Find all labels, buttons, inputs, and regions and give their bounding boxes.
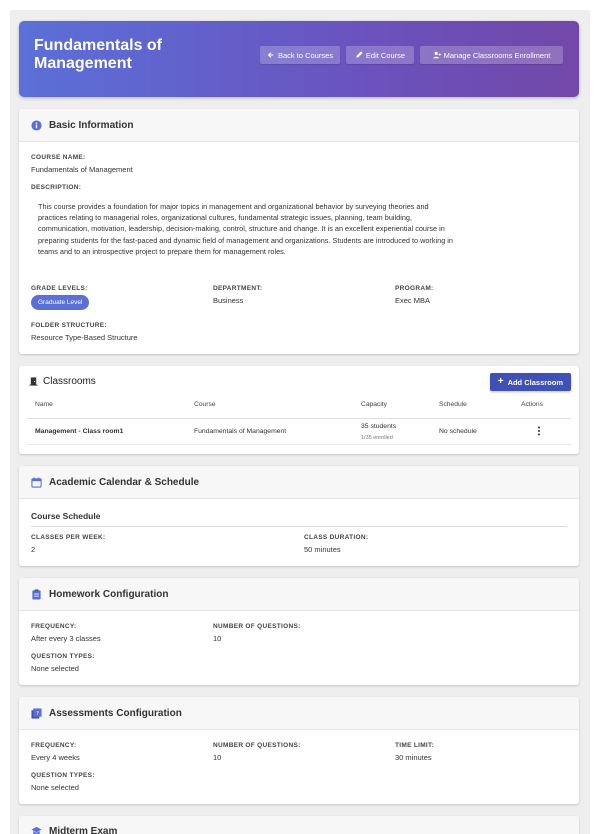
section-title: Academic Calendar & Schedule — [49, 476, 200, 488]
back-to-courses-label: Back to Courses — [277, 50, 334, 60]
homework-types-label: QUESTION TYPES: — [31, 653, 95, 660]
section-title: Basic Information — [49, 119, 134, 131]
description-label: DESCRIPTION: — [31, 184, 82, 191]
section-title: Assessments Configuration — [49, 707, 182, 719]
assessment-frequency-label: FREQUENCY: — [31, 742, 77, 749]
classroom-enrolled: 1/35 enrolled — [361, 435, 393, 441]
section-title: Midterm Exam — [49, 826, 118, 834]
homework-questions-label: NUMBER OF QUESTIONS: — [213, 623, 301, 630]
academic-calendar-card: Academic Calendar & Schedule Course Sche… — [19, 466, 579, 566]
more-vert-icon — [538, 426, 540, 436]
assessment-types-value: None selected — [31, 783, 79, 792]
classroom-course: Fundamentals of Management — [194, 428, 287, 435]
door-icon — [29, 377, 38, 386]
homework-questions-value: 10 — [213, 634, 222, 643]
quiz-icon: ? — [31, 707, 42, 719]
homework-configuration-header: Homework Configuration — [19, 578, 579, 611]
classes-per-week-label: CLASSES PER WEEK: — [31, 534, 106, 541]
assessment-questions-label: NUMBER OF QUESTIONS: — [213, 742, 301, 749]
manage-enrollment-label: Manage Classrooms Enrollment — [443, 50, 551, 60]
department-label: DEPARTMENT: — [213, 285, 263, 292]
midterm-exam-card: Midterm Exam — [19, 816, 579, 834]
course-name-value: Fundamentals of Management — [31, 165, 133, 174]
column-header-name: Name — [35, 401, 53, 408]
page-background: Fundamentals of Management Back to Cours… — [10, 10, 590, 834]
grade-level-badge: Graduate Level — [31, 295, 90, 310]
section-title: Homework Configuration — [49, 588, 169, 600]
assessment-time-limit-value: 30 minutes — [395, 753, 432, 762]
column-header-capacity: Capacity — [361, 401, 388, 408]
calendar-icon — [31, 476, 42, 488]
grade-levels-label: GRADE LEVELS: — [31, 285, 88, 292]
assessments-configuration-header: ? Assessments Configuration — [19, 697, 579, 730]
course-name-label: COURSE NAME: — [31, 154, 86, 161]
column-header-actions: Actions — [521, 401, 543, 408]
assessments-configuration-card: ? Assessments Configuration FREQUENCY: E… — [19, 697, 579, 804]
svg-text:?: ? — [36, 710, 39, 716]
plus-icon: + — [497, 376, 504, 387]
classroom-capacity: 35 students — [361, 423, 397, 430]
add-classroom-button[interactable]: + Add Classroom — [489, 373, 571, 391]
course-header: Fundamentals of Management Back to Cours… — [19, 21, 579, 97]
classroom-name[interactable]: Management - Class room1 — [35, 428, 123, 435]
more-actions-button[interactable] — [537, 425, 547, 439]
manage-enrollment-button[interactable]: Manage Classrooms Enrollment — [420, 46, 563, 64]
column-header-course: Course — [194, 401, 216, 408]
program-label: PROGRAM: — [395, 285, 434, 292]
school-icon — [31, 826, 42, 834]
midterm-exam-header: Midterm Exam — [19, 816, 579, 834]
description-text: This course provides a foundation for ma… — [38, 202, 453, 256]
table-row[interactable]: Management - Class room1 Fundamentals of… — [27, 419, 571, 445]
department-value: Business — [213, 296, 244, 305]
homework-configuration-card: Homework Configuration FREQUENCY: After … — [19, 578, 579, 685]
folder-structure-label: FOLDER STRUCTURE: — [31, 322, 107, 329]
class-duration-label: CLASS DURATION: — [304, 534, 369, 541]
classrooms-header: Classrooms — [29, 376, 96, 387]
assessment-time-limit-label: TIME LIMIT: — [395, 742, 435, 749]
classroom-schedule: No schedule — [439, 428, 477, 435]
homework-types-value: None selected — [31, 664, 79, 673]
arrow-left-icon — [267, 52, 274, 58]
basic-information-card: Basic Information COURSE NAME: Fundament… — [19, 109, 579, 354]
assessment-types-label: QUESTION TYPES: — [31, 772, 95, 779]
edit-course-button[interactable]: Edit Course — [346, 46, 414, 64]
column-header-schedule: Schedule — [439, 401, 467, 408]
assessment-frequency-value: Every 4 weeks — [31, 753, 80, 762]
add-classroom-label: Add Classroom — [507, 377, 563, 387]
homework-frequency-label: FREQUENCY: — [31, 623, 77, 630]
class-duration-value: 50 minutes — [304, 545, 341, 554]
homework-frequency-value: After every 3 classes — [31, 634, 101, 643]
clipboard-icon — [32, 588, 41, 600]
assessment-questions-value: 10 — [213, 753, 222, 762]
folder-structure-value: Resource Type-Based Structure — [31, 333, 138, 342]
course-schedule-subtitle: Course Schedule — [31, 511, 101, 521]
edit-course-label: Edit Course — [365, 50, 406, 60]
program-value: Exec MBA — [395, 296, 431, 305]
page-title: Fundamentals of Management — [34, 37, 163, 72]
section-title: Classrooms — [43, 376, 96, 387]
academic-calendar-header: Academic Calendar & Schedule — [19, 466, 579, 499]
info-icon — [31, 119, 42, 131]
pencil-icon — [356, 51, 363, 58]
basic-information-header: Basic Information — [19, 109, 579, 142]
subtitle-divider — [31, 526, 567, 527]
back-to-courses-button[interactable]: Back to Courses — [260, 46, 340, 64]
classes-per-week-value: 2 — [31, 545, 36, 554]
person-add-icon — [433, 51, 441, 59]
classrooms-card: Classrooms + Add Classroom Name Course C… — [19, 366, 579, 454]
